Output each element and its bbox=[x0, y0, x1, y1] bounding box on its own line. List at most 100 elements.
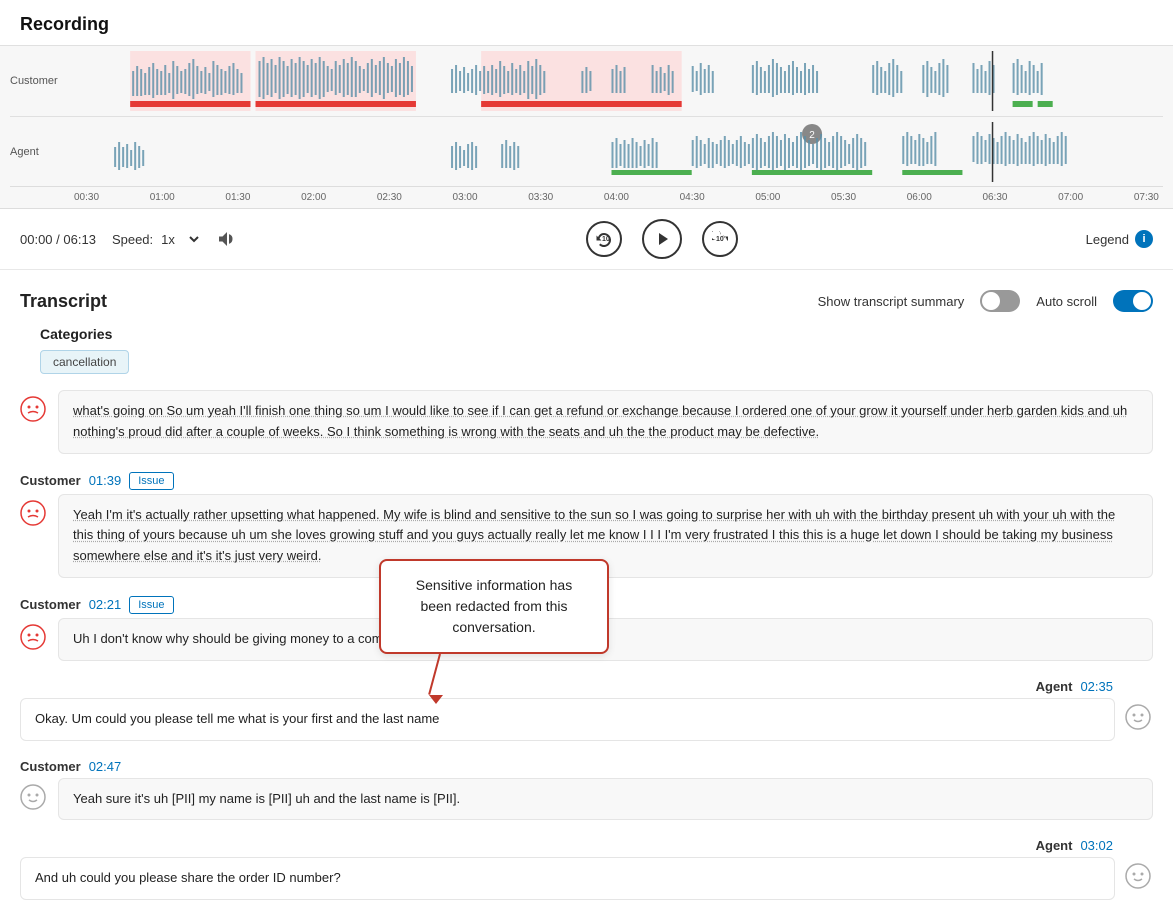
sentiment-icon-3 bbox=[20, 624, 48, 652]
sentiment-icon-5 bbox=[20, 784, 48, 812]
speed-selector[interactable]: 1x 1.5x 2x bbox=[157, 231, 202, 248]
timeline-mark: 06:30 bbox=[982, 192, 1007, 203]
sentiment-icon-4 bbox=[1125, 704, 1153, 732]
svg-text:2: 2 bbox=[809, 130, 815, 141]
speed-control[interactable]: Speed: 1x 1.5x 2x bbox=[112, 231, 202, 248]
sentiment-icon-6 bbox=[1125, 863, 1153, 891]
message-meta-5: Customer 02:47 bbox=[0, 755, 1173, 778]
messages-container: what's going on So um yeah I'll finish o… bbox=[0, 390, 1173, 924]
agent-waveform-svg: 2 bbox=[70, 122, 1163, 182]
legend-label: Legend bbox=[1086, 232, 1129, 247]
agent-label: Agent bbox=[10, 146, 70, 158]
customer-waveform-canvas[interactable] bbox=[70, 51, 1163, 111]
timeline-mark: 01:30 bbox=[225, 192, 250, 203]
playback-bar: 00:00 / 06:13 Speed: 1x 1.5x 2x 10 bbox=[0, 209, 1173, 270]
message-meta-2: Customer 01:39 Issue bbox=[0, 468, 1173, 494]
customer-label: Customer bbox=[10, 75, 70, 87]
speaker-name-6: Agent bbox=[1036, 838, 1073, 853]
message-time-6: 03:02 bbox=[1080, 838, 1113, 853]
timeline-mark: 07:30 bbox=[1134, 192, 1159, 203]
rewind-button[interactable]: 10 bbox=[586, 221, 622, 257]
message-text-4: Okay. Um could you please tell me what i… bbox=[35, 711, 439, 726]
timeline-mark: 04:30 bbox=[680, 192, 705, 203]
message-row-1: what's going on So um yeah I'll finish o… bbox=[0, 390, 1173, 454]
message-block-4: Okay. Um could you please tell me what i… bbox=[0, 698, 1173, 741]
forward-button[interactable]: 10 bbox=[702, 221, 738, 257]
timeline-mark: 03:00 bbox=[453, 192, 478, 203]
message-bubble-1: what's going on So um yeah I'll finish o… bbox=[58, 390, 1153, 454]
message-meta-6: Agent 03:02 bbox=[0, 834, 1173, 857]
message-row-5: Yeah sure it's uh [PII] my name is [PII]… bbox=[0, 778, 1173, 821]
timeline-mark: 02:30 bbox=[377, 192, 402, 203]
playback-controls: 10 10 bbox=[254, 219, 1069, 259]
message-time-3: 02:21 bbox=[89, 597, 122, 612]
timeline-mark: 07:00 bbox=[1058, 192, 1083, 203]
message-block-3: Uh I don't know why should be giving mon… bbox=[0, 618, 1173, 661]
agent-waveform-canvas[interactable]: 2 bbox=[70, 122, 1163, 182]
svg-text:10: 10 bbox=[716, 236, 724, 243]
transcript-title: Transcript bbox=[20, 291, 107, 312]
timeline-mark: 03:30 bbox=[528, 192, 553, 203]
show-summary-label: Show transcript summary bbox=[818, 294, 965, 309]
sentiment-icon-2 bbox=[20, 500, 48, 528]
message-block-5: Yeah sure it's uh [PII] my name is [PII]… bbox=[0, 778, 1173, 821]
legend-area[interactable]: Legend i bbox=[1086, 230, 1153, 248]
message-text-1: what's going on So um yeah I'll finish o… bbox=[73, 403, 1127, 439]
speaker-name-4: Agent bbox=[1036, 679, 1073, 694]
category-tag-cancellation[interactable]: cancellation bbox=[40, 350, 129, 374]
timeline-mark: 02:00 bbox=[301, 192, 326, 203]
show-summary-toggle[interactable] bbox=[980, 290, 1020, 312]
timeline-mark: 06:00 bbox=[907, 192, 932, 203]
message-block-1: what's going on So um yeah I'll finish o… bbox=[0, 390, 1173, 454]
speaker-name-5: Customer bbox=[20, 759, 81, 774]
redaction-arrow bbox=[419, 654, 519, 704]
timeline-mark: 04:00 bbox=[604, 192, 629, 203]
page-header: Recording bbox=[0, 0, 1173, 46]
issue-badge-2: Issue bbox=[129, 472, 173, 490]
timeline-row: 00:30 01:00 01:30 02:00 02:30 03:00 03:3… bbox=[10, 186, 1163, 208]
info-icon[interactable]: i bbox=[1135, 230, 1153, 248]
message-time-4: 02:35 bbox=[1080, 679, 1113, 694]
sentiment-icon-1 bbox=[20, 396, 48, 424]
redaction-text: Sensitive information has been redacted … bbox=[416, 577, 572, 635]
message-time-2: 01:39 bbox=[89, 473, 122, 488]
page-title: Recording bbox=[20, 14, 1153, 35]
transcript-header: Transcript Show transcript summary Auto … bbox=[20, 290, 1153, 312]
timeline-mark: 05:30 bbox=[831, 192, 856, 203]
timeline-marks: 00:30 01:00 01:30 02:00 02:30 03:00 03:3… bbox=[70, 192, 1163, 203]
auto-scroll-toggle[interactable] bbox=[1113, 290, 1153, 312]
speaker-name-2: Customer bbox=[20, 473, 81, 488]
message-text-5: Yeah sure it's uh [PII] my name is [PII]… bbox=[73, 791, 460, 806]
message-row-6: And uh could you please share the order … bbox=[0, 857, 1173, 900]
message-text-2: Yeah I'm it's actually rather upsetting … bbox=[73, 507, 1115, 564]
message-row-3: Uh I don't know why should be giving mon… bbox=[0, 618, 1173, 661]
message-bubble-4: Okay. Um could you please tell me what i… bbox=[20, 698, 1115, 741]
speaker-name-3: Customer bbox=[20, 597, 81, 612]
message-bubble-3: Uh I don't know why should be giving mon… bbox=[58, 618, 1153, 661]
issue-badge-3: Issue bbox=[129, 596, 173, 614]
redaction-overlay: Sensitive information has been redacted … bbox=[379, 559, 609, 704]
auto-scroll-label: Auto scroll bbox=[1036, 294, 1097, 309]
play-button[interactable] bbox=[642, 219, 682, 259]
message-time-5: 02:47 bbox=[89, 759, 122, 774]
speed-label: Speed: bbox=[112, 232, 153, 247]
timeline-mark: 00:30 bbox=[74, 192, 99, 203]
message-row-4: Okay. Um could you please tell me what i… bbox=[0, 698, 1173, 741]
message-bubble-6: And uh could you please share the order … bbox=[20, 857, 1115, 900]
message-bubble-5: Yeah sure it's uh [PII] my name is [PII]… bbox=[58, 778, 1153, 821]
transcript-section: Transcript Show transcript summary Auto … bbox=[0, 270, 1173, 374]
redaction-box: Sensitive information has been redacted … bbox=[379, 559, 609, 654]
agent-waveform-row: Agent 2 bbox=[10, 116, 1163, 186]
volume-icon[interactable] bbox=[218, 229, 238, 249]
customer-waveform-row: Customer bbox=[10, 46, 1163, 116]
categories-section: Categories cancellation bbox=[40, 326, 1153, 374]
timeline-mark: 05:00 bbox=[755, 192, 780, 203]
svg-text:10: 10 bbox=[602, 236, 610, 243]
timeline-mark: 01:00 bbox=[150, 192, 175, 203]
waveform-container: Customer bbox=[0, 46, 1173, 208]
playback-time: 00:00 / 06:13 bbox=[20, 232, 96, 247]
waveform-section[interactable]: Customer bbox=[0, 46, 1173, 209]
transcript-controls: Show transcript summary Auto scroll bbox=[818, 290, 1153, 312]
customer-waveform-svg bbox=[70, 51, 1163, 111]
message-text-6: And uh could you please share the order … bbox=[35, 870, 341, 885]
